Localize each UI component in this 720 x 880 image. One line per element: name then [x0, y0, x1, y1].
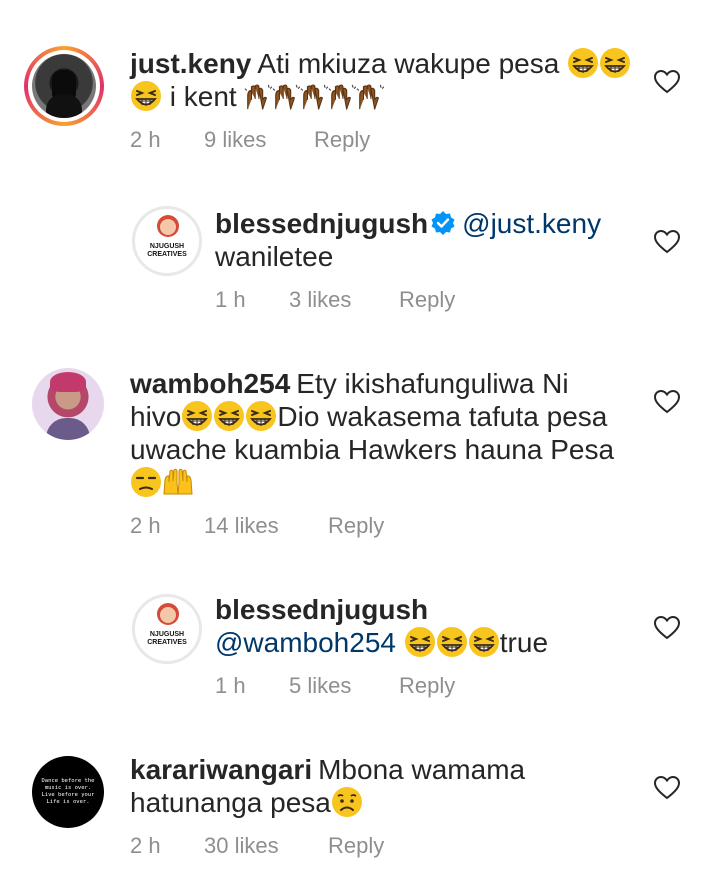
comment-body: hatunanga pesa	[130, 787, 331, 818]
like-count[interactable]: 9 likes	[204, 127, 314, 153]
heart-outline-icon[interactable]	[654, 230, 680, 254]
comment-body: Dio wakasema tafuta pesa	[277, 401, 608, 432]
comment-meta: 1 h 5 likes Reply	[215, 673, 455, 699]
avatar[interactable]: NJUGUSH CREATIVES	[132, 206, 202, 276]
comment-time: 1 h	[215, 287, 246, 312]
comment-body: true	[499, 627, 549, 658]
heart-outline-icon[interactable]	[654, 390, 680, 414]
comment-text: karariwangari Mbona wamama hatunanga pesa	[130, 753, 650, 819]
comment-time: 2 h	[130, 833, 161, 858]
comment-item: NJUGUSH CREATIVES blessednjugush @just.ke…	[0, 200, 720, 330]
reply-button[interactable]: Reply	[314, 127, 370, 153]
verified-badge-icon	[431, 211, 455, 235]
reply-button[interactable]: Reply	[399, 287, 455, 313]
comment-username[interactable]: blessednjugush	[215, 594, 428, 625]
avatar-label: NJUGUSH CREATIVES	[147, 243, 187, 258]
raised-hands-emoji	[300, 84, 329, 110]
comment-body: uwache kuambia Hawkers hauna Pesa	[130, 434, 615, 465]
comment-body: Mbona wamama	[318, 754, 526, 785]
like-count[interactable]: 30 likes	[204, 833, 328, 859]
avatar[interactable]: Dance before the music is over. Live bef…	[32, 756, 104, 828]
reply-button[interactable]: Reply	[399, 673, 455, 699]
comment-item: NJUGUSH CREATIVES blessednjugush @wamboh…	[0, 588, 720, 718]
raised-hands-emoji	[356, 84, 385, 110]
like-count[interactable]: 14 likes	[204, 513, 328, 539]
grinning-squint-emoji	[567, 47, 600, 79]
grinning-squint-emoji	[599, 47, 632, 79]
comment-body: i kent	[169, 81, 245, 112]
comment-username[interactable]: karariwangari	[130, 754, 312, 785]
heart-outline-icon[interactable]	[654, 70, 680, 94]
comment-body: wanileteе	[215, 241, 334, 272]
grinning-squint-emoji	[130, 80, 162, 112]
comment-time: 2 h	[130, 513, 161, 538]
comment-text: blessednjugush @just.keny wanileteе	[215, 207, 655, 273]
comment-text: wamboh254 Ety ikishafunguliwa Ni hivo Dio …	[130, 367, 650, 499]
comment-body: Ety ikishafunguliwa Ni	[296, 368, 569, 399]
comment-item: wamboh254 Ety ikishafunguliwa Ni hivo Dio …	[0, 366, 720, 546]
raised-hands-emoji	[328, 84, 357, 110]
like-count[interactable]: 5 likes	[289, 673, 399, 699]
comment-meta: 2 h 9 likes Reply	[130, 127, 370, 153]
comment-item: Dance before the music is over. Live bef…	[0, 752, 720, 872]
grinning-squint-emoji	[181, 400, 214, 432]
grinning-squint-emoji	[245, 400, 278, 432]
reply-button[interactable]: Reply	[328, 513, 384, 539]
comment-username[interactable]: just.keny	[130, 48, 251, 79]
avatar[interactable]: NJUGUSH CREATIVES	[132, 594, 202, 664]
comment-text: just.keny Ati mkiuza wakupe pesa i kent	[130, 47, 670, 113]
comment-item: just.keny Ati mkiuza wakupe pesa i kent 2…	[0, 40, 720, 170]
comment-body: hivo	[130, 401, 182, 432]
raised-hands-emoji	[244, 84, 273, 110]
comment-text: blessednjugush @wamboh254 true	[215, 593, 655, 659]
raised-hands-emoji	[163, 468, 193, 495]
mention-link[interactable]: @just.keny	[462, 208, 601, 239]
avatar-label: NJUGUSH CREATIVES	[147, 631, 187, 646]
comment-username[interactable]: blessednjugush	[215, 208, 428, 239]
comment-meta: 2 h 30 likes Reply	[130, 833, 384, 859]
heart-outline-icon[interactable]	[654, 616, 680, 640]
grinning-squint-emoji	[435, 626, 468, 658]
comment-time: 2 h	[130, 127, 161, 152]
comment-username[interactable]: wamboh254	[130, 368, 290, 399]
grinning-squint-emoji	[467, 626, 500, 658]
comment-body: Ati mkiuza wakupe pesa	[257, 48, 568, 79]
grinning-squint-emoji	[213, 400, 246, 432]
sad-emoji	[330, 786, 363, 818]
avatar[interactable]	[32, 368, 104, 440]
comment-meta: 2 h 14 likes Reply	[130, 513, 384, 539]
avatar[interactable]	[24, 46, 104, 126]
heart-outline-icon[interactable]	[654, 776, 680, 800]
raised-hands-emoji	[272, 84, 301, 110]
mention-link[interactable]: @wamboh254	[215, 627, 396, 658]
avatar-label: Dance before the music is over. Live bef…	[41, 778, 95, 805]
grinning-squint-emoji	[403, 626, 436, 658]
reply-button[interactable]: Reply	[328, 833, 384, 859]
unamused-emoji	[130, 466, 162, 498]
comment-time: 1 h	[215, 673, 246, 698]
like-count[interactable]: 3 likes	[289, 287, 399, 313]
comment-meta: 1 h 3 likes Reply	[215, 287, 455, 313]
